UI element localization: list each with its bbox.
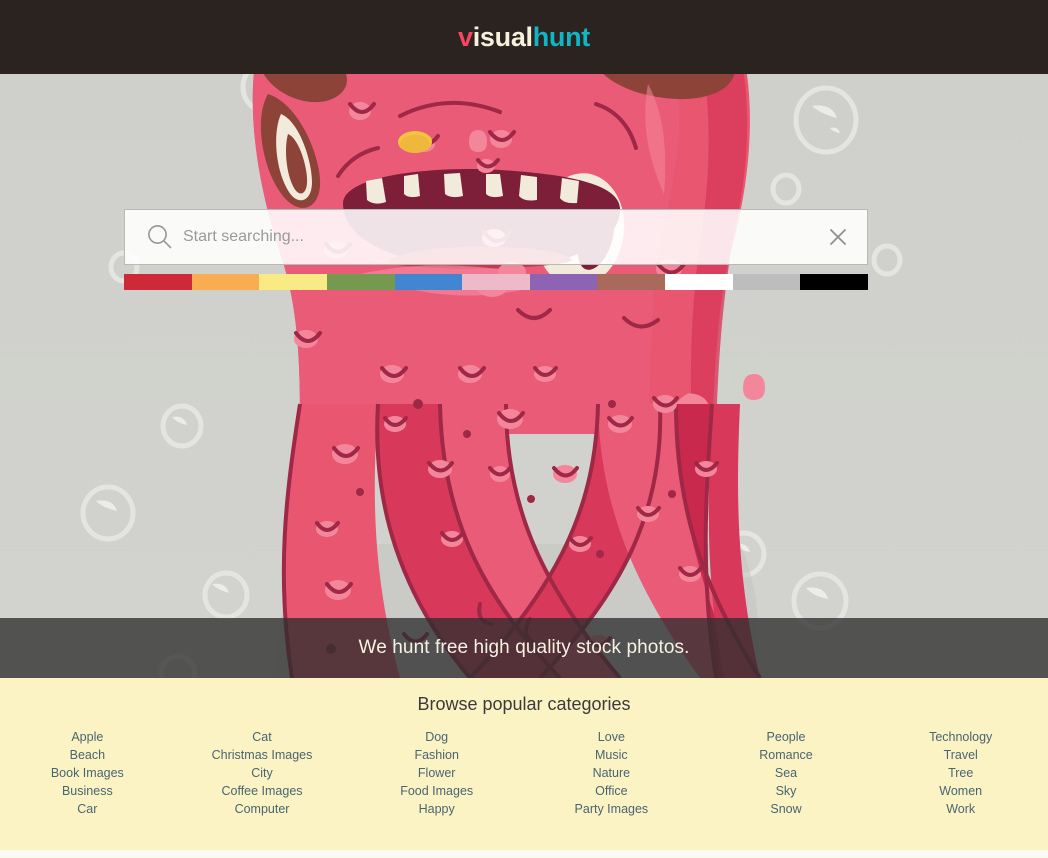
category-link-car[interactable]: Car bbox=[0, 800, 175, 818]
category-link-travel[interactable]: Travel bbox=[873, 746, 1048, 764]
page-root: visualhunt Start searching... We hunt fr… bbox=[0, 0, 1048, 858]
category-link-people[interactable]: People bbox=[699, 728, 874, 746]
category-link-nature[interactable]: Nature bbox=[524, 764, 699, 782]
category-column-5: People Romance Sea Sky Snow bbox=[699, 728, 874, 818]
hero-artwork-monster bbox=[0, 74, 1048, 678]
category-link-business[interactable]: Business bbox=[0, 782, 175, 800]
categories-columns: Apple Beach Book Images Business Car Cat… bbox=[0, 728, 1048, 818]
search-input[interactable] bbox=[125, 210, 867, 264]
site-logo[interactable]: visualhunt bbox=[457, 21, 591, 52]
category-link-snow[interactable]: Snow bbox=[699, 800, 874, 818]
category-column-2: Cat Christmas Images City Coffee Images … bbox=[175, 728, 350, 818]
color-swatch-purple[interactable] bbox=[529, 274, 598, 290]
tagline-band: We hunt free high quality stock photos. bbox=[0, 618, 1048, 678]
color-swatch-white[interactable] bbox=[665, 274, 733, 290]
color-swatch-black[interactable] bbox=[800, 274, 869, 290]
site-header: visualhunt bbox=[0, 0, 1048, 74]
category-link-beach[interactable]: Beach bbox=[0, 746, 175, 764]
category-link-flower[interactable]: Flower bbox=[349, 764, 524, 782]
search-bar bbox=[124, 209, 868, 265]
color-swatch-gray[interactable] bbox=[732, 274, 801, 290]
category-link-sea[interactable]: Sea bbox=[699, 764, 874, 782]
category-column-1: Apple Beach Book Images Business Car bbox=[0, 728, 175, 818]
category-link-happy[interactable]: Happy bbox=[349, 800, 524, 818]
color-swatch-orange[interactable] bbox=[191, 274, 260, 290]
close-icon bbox=[830, 229, 846, 245]
category-column-3: Dog Fashion Flower Food Images Happy bbox=[349, 728, 524, 818]
category-column-6: Technology Travel Tree Women Work bbox=[873, 728, 1048, 818]
category-link-computer[interactable]: Computer bbox=[175, 800, 350, 818]
category-link-city[interactable]: City bbox=[175, 764, 350, 782]
search-box[interactable] bbox=[124, 209, 868, 265]
color-swatch-pink[interactable] bbox=[462, 274, 530, 290]
category-link-fashion[interactable]: Fashion bbox=[349, 746, 524, 764]
logo-letter-v: v bbox=[457, 21, 473, 52]
category-link-party-images[interactable]: Party Images bbox=[524, 800, 699, 818]
tagline-text: We hunt free high quality stock photos. bbox=[358, 637, 690, 658]
category-link-love[interactable]: Love bbox=[524, 728, 699, 746]
category-link-music[interactable]: Music bbox=[524, 746, 699, 764]
search-icon bbox=[145, 222, 175, 252]
category-link-cat[interactable]: Cat bbox=[175, 728, 350, 746]
categories-section: Browse popular categories Apple Beach Bo… bbox=[0, 678, 1048, 850]
category-link-women[interactable]: Women bbox=[873, 782, 1048, 800]
category-link-apple[interactable]: Apple bbox=[0, 728, 175, 746]
color-swatch-red[interactable] bbox=[124, 274, 192, 290]
logo-text-isual: isual bbox=[472, 21, 533, 52]
color-swatch-green[interactable] bbox=[326, 274, 395, 290]
category-link-christmas-images[interactable]: Christmas Images bbox=[175, 746, 350, 764]
category-link-tree[interactable]: Tree bbox=[873, 764, 1048, 782]
category-link-romance[interactable]: Romance bbox=[699, 746, 874, 764]
category-link-book-images[interactable]: Book Images bbox=[0, 764, 175, 782]
categories-title: Browse popular categories bbox=[417, 694, 631, 714]
category-link-office[interactable]: Office bbox=[524, 782, 699, 800]
color-swatch-yellow[interactable] bbox=[259, 274, 327, 290]
clear-search-button[interactable] bbox=[827, 226, 849, 248]
color-swatch-blue[interactable] bbox=[394, 274, 463, 290]
category-link-food-images[interactable]: Food Images bbox=[349, 782, 524, 800]
category-link-work[interactable]: Work bbox=[873, 800, 1048, 818]
category-link-coffee-images[interactable]: Coffee Images bbox=[175, 782, 350, 800]
category-link-dog[interactable]: Dog bbox=[349, 728, 524, 746]
hero-section: We hunt free high quality stock photos. bbox=[0, 74, 1048, 678]
color-filter-strip bbox=[124, 274, 869, 290]
logo-text-hunt: hunt bbox=[532, 21, 591, 52]
category-link-sky[interactable]: Sky bbox=[699, 782, 874, 800]
color-swatch-brown[interactable] bbox=[597, 274, 666, 290]
category-link-technology[interactable]: Technology bbox=[873, 728, 1048, 746]
footer-strip bbox=[0, 850, 1048, 858]
category-column-4: Love Music Nature Office Party Images bbox=[524, 728, 699, 818]
